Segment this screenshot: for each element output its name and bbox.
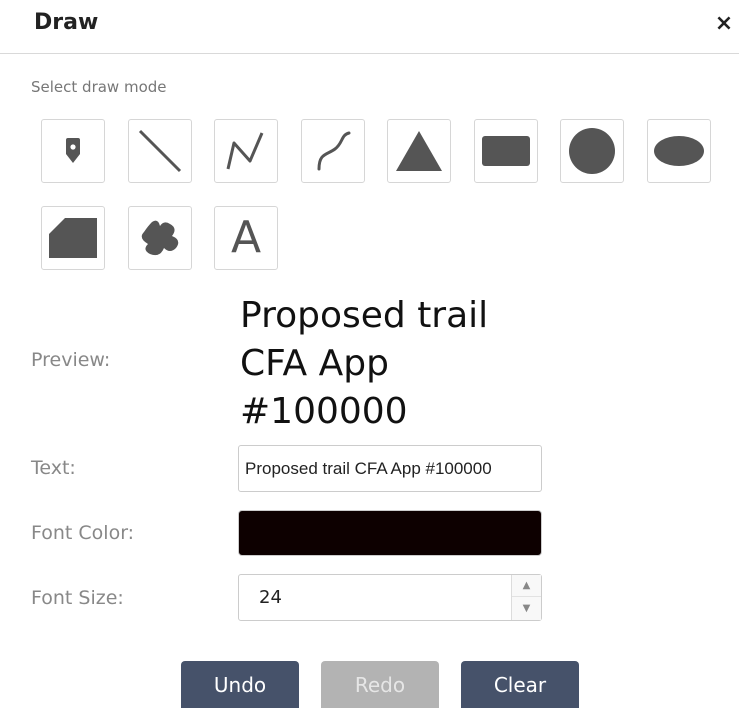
text-input[interactable]: Proposed trail CFA App #100000 <box>238 445 542 492</box>
tool-circle[interactable] <box>560 119 624 183</box>
triangle-icon <box>396 131 442 171</box>
tool-text[interactable]: A <box>214 206 278 270</box>
text-icon: A <box>230 212 262 263</box>
tool-polygon[interactable] <box>41 206 105 270</box>
font-size-value[interactable]: 24 <box>259 575 282 620</box>
line-icon <box>138 129 182 173</box>
panel-title: Draw <box>34 10 99 35</box>
draw-mode-label: Select draw mode <box>31 78 167 96</box>
rectangle-icon <box>482 136 530 166</box>
preview-line: #100000 <box>240 391 408 432</box>
close-icon[interactable]: × <box>712 10 736 38</box>
freehand-polygon-icon <box>141 220 179 256</box>
tool-freehand-polygon[interactable] <box>128 206 192 270</box>
tool-polyline[interactable] <box>214 119 278 183</box>
preview-line: CFA App <box>240 343 389 384</box>
polygon-icon <box>49 218 97 258</box>
chevron-up-icon[interactable]: ▲ <box>512 575 541 597</box>
clear-button[interactable]: Clear <box>461 661 579 708</box>
map-pin-icon <box>66 138 80 163</box>
font-color-picker[interactable] <box>238 510 542 556</box>
preview-label: Preview: <box>31 349 111 371</box>
font-size-label: Font Size: <box>31 587 124 609</box>
chevron-down-icon[interactable]: ▼ <box>512 597 541 619</box>
tool-point[interactable] <box>41 119 105 183</box>
font-size-stepper[interactable]: 24 ▲ ▼ <box>238 574 542 621</box>
tool-line[interactable] <box>128 119 192 183</box>
text-preview: Proposed trail CFA App #100000 <box>240 292 570 436</box>
freehand-line-icon <box>317 131 351 171</box>
tool-freehand-line[interactable] <box>301 119 365 183</box>
tool-rectangle[interactable] <box>474 119 538 183</box>
undo-button[interactable]: Undo <box>181 661 299 708</box>
ellipse-icon <box>654 136 704 166</box>
polyline-icon <box>226 132 264 170</box>
tool-ellipse[interactable] <box>647 119 711 183</box>
spinner: ▲ ▼ <box>511 575 541 620</box>
preview-line: Proposed trail <box>240 295 489 336</box>
circle-icon <box>569 128 615 174</box>
text-label: Text: <box>31 457 76 479</box>
panel-header: Draw × <box>0 0 739 54</box>
redo-button[interactable]: Redo <box>321 661 439 708</box>
font-color-label: Font Color: <box>31 522 135 544</box>
tool-triangle[interactable] <box>387 119 451 183</box>
